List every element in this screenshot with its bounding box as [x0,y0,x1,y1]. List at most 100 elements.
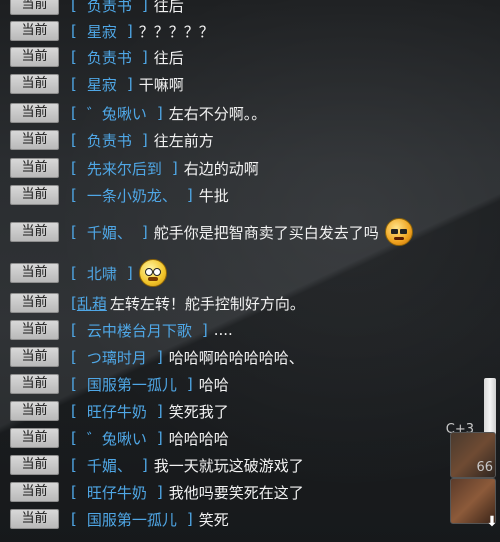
chat-message: 我一天就玩这破游戏了 [153,456,304,475]
shocked-face-emoji [138,259,167,287]
bracket-open: [ [71,186,77,204]
chat-line: 当前 [ 国服第一孤儿 ] 哈哈 [10,372,450,396]
player-name[interactable]: 负责书 [87,47,132,68]
player-name[interactable]: 负责书 [87,130,132,151]
bracket-close: ] [156,429,163,447]
chat-message: 笑死 [198,510,229,529]
angry-face-emoji [384,218,413,246]
bracket-open: [ [71,510,77,528]
player-name[interactable]: 一条小奶龙、 [87,185,177,206]
channel-tag: 当前 [10,401,59,421]
player-name[interactable]: つ璃时月 [87,347,147,368]
player-name[interactable]: ゛兔啾い [87,103,147,124]
bracket-close: ] [141,456,148,474]
player-name[interactable]: 千媚、 [87,222,132,243]
player-name[interactable]: 旺仔牛奶 [87,401,147,422]
channel-tag: 当前 [10,455,59,475]
bracket-open: [ [71,348,77,366]
item-slot[interactable]: 66 [450,432,496,478]
slot-count: 66 [476,460,493,475]
chat-line: 当前 [ 北啸 ] [10,259,450,287]
bracket-close: ] [186,375,193,393]
channel-tag: 当前 [10,74,59,94]
player-name[interactable]: 负责书 [87,0,132,16]
chat-message: 左右不分啊。。 [168,104,267,123]
chat-line: 当前 [ ゛兔啾い ] 哈哈哈哈 [10,426,450,450]
channel-tag: 当前 [10,0,59,15]
chat-message: .... [213,321,233,339]
bracket-open: [ [71,402,77,420]
chat-line: 当前 [ 乱葙 左转左转！舵手控制好方向。 [10,291,450,315]
bracket-open: [ [71,48,77,66]
bracket-open: [ [71,483,77,501]
bracket-open: [ [71,375,77,393]
bracket-close: ] [126,264,133,282]
player-name[interactable]: 国服第一孤儿 [87,509,177,530]
chat-message: 往左前方 [153,131,214,150]
player-name[interactable]: 云中楼台月下歌 [87,320,192,341]
bracket-close: ] [186,186,193,204]
channel-tag: 当前 [10,509,59,529]
chat-line: 当前 [ 国服第一孤儿 ] 笑死 [10,507,450,531]
bracket-close: ] [126,22,133,40]
scroll-down-arrow-icon[interactable]: ⬇ [484,514,500,530]
bracket-open: [ [71,264,77,282]
chat-line: 当前 [ 负责书 ] 往后 [10,45,450,69]
chat-line: 当前 [ 千媚、 ] 舵手你是把智商卖了买白发去了吗 [10,218,450,246]
player-name[interactable]: 千媚、 [87,455,132,476]
chat-line: 当前 [ 旺仔牛奶 ] 我他吗要笑死在这了 [10,480,450,504]
bracket-close: ] [141,131,148,149]
bracket-open: [ [71,429,77,447]
chat-line: 当前 [ 云中楼台月下歌 ] .... [10,318,450,342]
bracket-close: ] [126,75,133,93]
channel-tag: 当前 [10,347,59,367]
right-side-panel: C+3 66 ⬇ [444,0,500,542]
chat-message: 哈哈啊哈哈哈哈哈、 [168,348,304,367]
player-name[interactable]: 先来尔后到 [87,158,162,179]
channel-tag: 当前 [10,320,59,340]
channel-tag: 当前 [10,21,59,41]
bracket-close: ] [141,223,148,241]
chat-line: 当前 [ 先来尔后到 ] 右边的动啊 [10,156,450,180]
chat-line: 当前 [ ゛兔啾い ] 左右不分啊。。 [10,101,450,125]
player-name[interactable]: 星寂 [87,21,117,42]
chat-line: 当前 [ 负责书 ] 往左前方 [10,128,450,152]
bracket-close: ] [171,159,178,177]
chat-line: 当前 [ 千媚、 ] 我一天就玩这破游戏了 [10,453,450,477]
bracket-open: [ [71,75,77,93]
player-name[interactable]: 北啸 [87,263,117,284]
chat-message: 往后 [153,48,184,67]
player-name[interactable]: 星寂 [87,74,117,95]
chat-message: 牛批 [198,186,229,205]
channel-tag: 当前 [10,222,59,242]
chat-message: 往后 [153,0,184,15]
bracket-open: [ [71,22,77,40]
chat-line: 当前 [ つ璃时月 ] 哈哈啊哈哈哈哈哈、 [10,345,450,369]
chat-message: ？？？？？ [138,22,214,41]
player-name-link[interactable]: 乱葙 [77,293,107,314]
channel-tag: 当前 [10,158,59,178]
chat-message: 哈哈哈哈 [168,429,229,448]
bracket-close: ] [156,104,163,122]
chat-message: 笑死我了 [168,402,229,421]
chat-message: 我他吗要笑死在这了 [168,483,304,502]
channel-tag: 当前 [10,428,59,448]
bracket-open: [ [71,321,77,339]
bracket-close: ] [156,402,163,420]
chat-message: 右边的动啊 [183,159,259,178]
bracket-open: [ [71,104,77,122]
bracket-close: ] [186,510,193,528]
chat-message: 舵手你是把智商卖了买白发去了吗 [153,223,379,242]
player-name[interactable]: 国服第一孤儿 [87,374,177,395]
chat-line: 当前 [ 星寂 ] ？？？？？ [10,19,450,43]
channel-tag: 当前 [10,185,59,205]
channel-tag: 当前 [10,263,59,283]
bracket-open: [ [71,223,77,241]
bracket-close: ] [141,48,148,66]
bracket-close: ] [156,483,163,501]
channel-tag: 当前 [10,130,59,150]
channel-tag: 当前 [10,374,59,394]
channel-tag: 当前 [10,103,59,123]
player-name[interactable]: 旺仔牛奶 [87,482,147,503]
player-name[interactable]: ゛兔啾い [87,428,147,449]
